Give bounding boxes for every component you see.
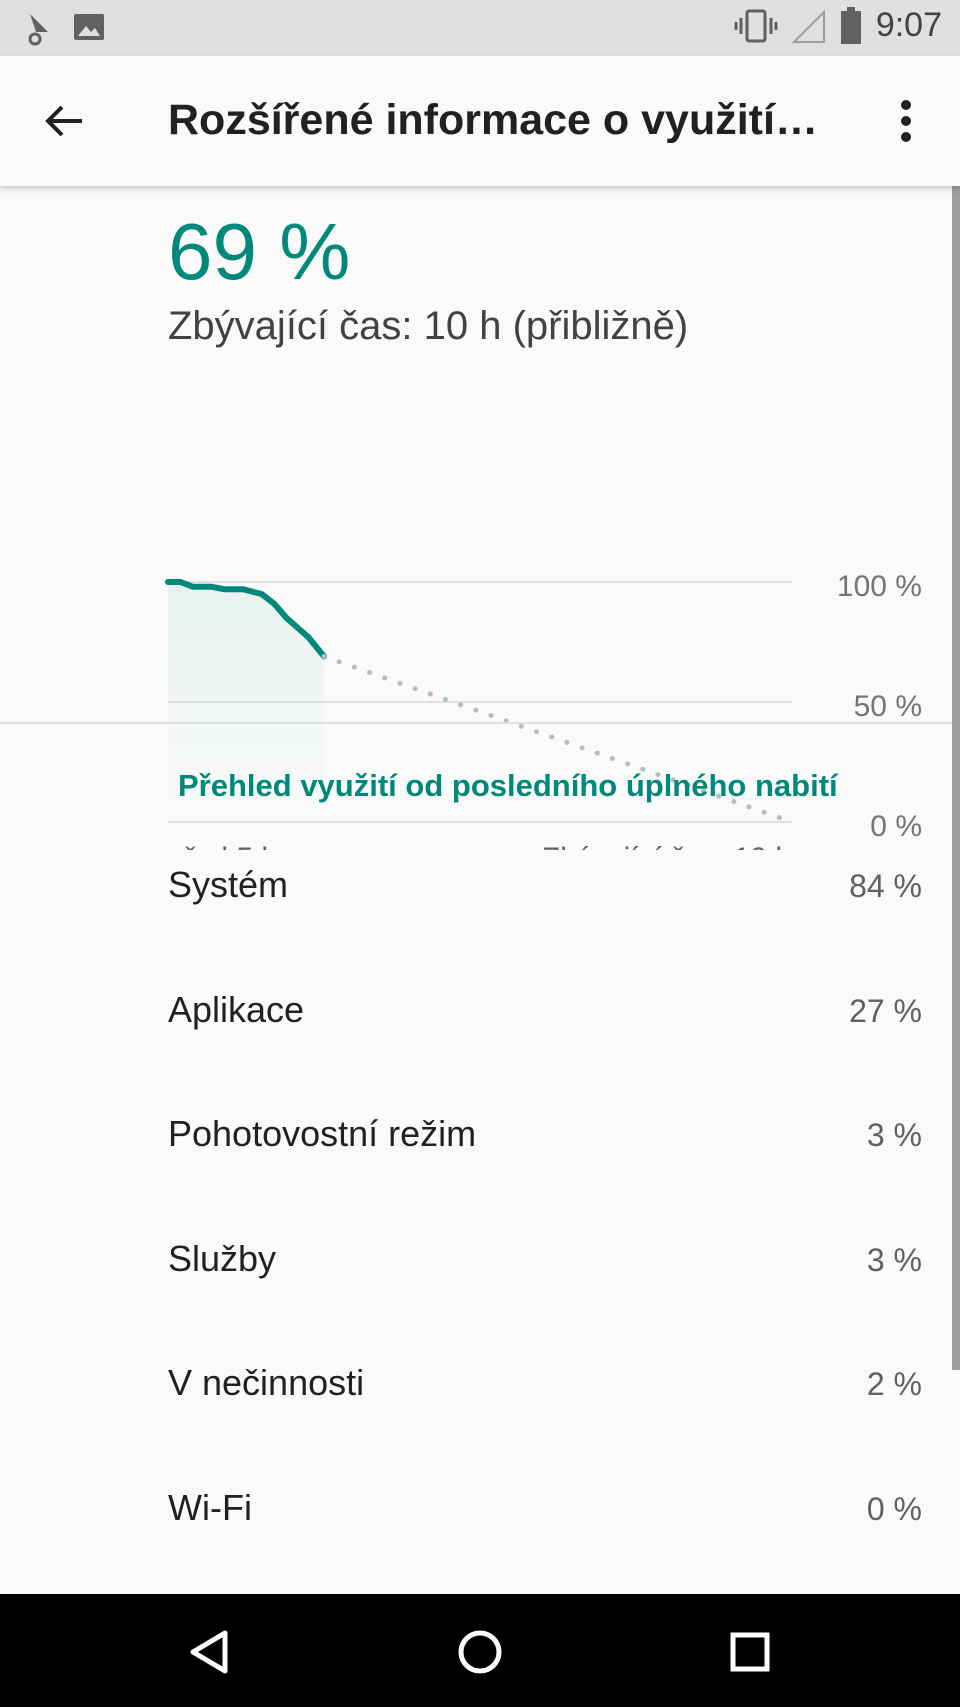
usage-label: Služby <box>168 1238 277 1279</box>
battery-details-content[interactable]: 69 % Zbývající čas: 10 h (přibližně) 100… <box>0 186 960 1594</box>
usage-section-title: Přehled využití od posledního úplného na… <box>178 768 838 803</box>
section-divider <box>0 722 960 724</box>
usage-row-wifi[interactable]: Wi-Fi 0 % <box>0 1449 960 1573</box>
y-label-100: 100 % <box>837 570 922 603</box>
usage-row-services[interactable]: Služby 3 % <box>0 1200 960 1324</box>
more-options-button[interactable] <box>878 93 934 149</box>
usage-row-idle[interactable]: V nečinnosti 2 % <box>0 1324 960 1448</box>
usage-row-system[interactable]: Systém 84 % <box>0 826 960 950</box>
usage-label: V nečinnosti <box>168 1362 365 1403</box>
usage-label: Wi-Fi <box>168 1487 252 1528</box>
home-circle-icon <box>458 1630 502 1674</box>
vibrate-icon <box>734 9 778 42</box>
usage-value: 3 % <box>866 1117 922 1153</box>
usage-label: Pohotovostní režim <box>168 1113 477 1154</box>
usage-value: 84 % <box>849 868 922 904</box>
signal-icon <box>791 9 825 43</box>
notification-icon <box>28 14 48 46</box>
back-button[interactable] <box>36 93 92 149</box>
back-triangle-icon <box>190 1630 228 1674</box>
scrollbar[interactable] <box>952 186 960 1370</box>
usage-value: 3 % <box>866 1242 922 1278</box>
status-clock: 9:07 <box>875 6 942 44</box>
usage-label: Aplikace <box>168 989 305 1030</box>
usage-row-standby[interactable]: Pohotovostní režim 3 % <box>0 1075 960 1199</box>
nav-recents-button[interactable] <box>718 1620 782 1684</box>
recents-square-icon <box>730 1632 770 1672</box>
nav-home-button[interactable] <box>448 1620 512 1684</box>
usage-row-apps[interactable]: Aplikace 27 % <box>0 951 960 1075</box>
usage-value: 2 % <box>866 1366 922 1402</box>
usage-value: 0 % <box>866 1491 922 1527</box>
status-bar: 9:07 <box>0 0 960 56</box>
y-label-50: 50 % <box>854 690 922 723</box>
more-vert-icon <box>901 100 911 142</box>
status-notifications <box>24 10 106 46</box>
nav-back-button[interactable] <box>178 1620 242 1684</box>
usage-label: Systém <box>168 864 289 905</box>
battery-icon <box>840 6 861 44</box>
image-icon <box>74 14 104 40</box>
arrow-back-icon <box>45 105 82 137</box>
battery-level: 69 % <box>168 207 351 296</box>
navigation-bar <box>0 1594 960 1707</box>
status-system: 9:07 <box>734 6 942 45</box>
remaining-time: Zbývající čas: 10 h (přibližně) <box>168 304 689 348</box>
usage-value: 27 % <box>849 993 922 1029</box>
app-toolbar: Rozšířené informace o využití baterie <box>0 56 960 186</box>
page-title: Rozšířené informace o využití baterie <box>168 96 828 144</box>
